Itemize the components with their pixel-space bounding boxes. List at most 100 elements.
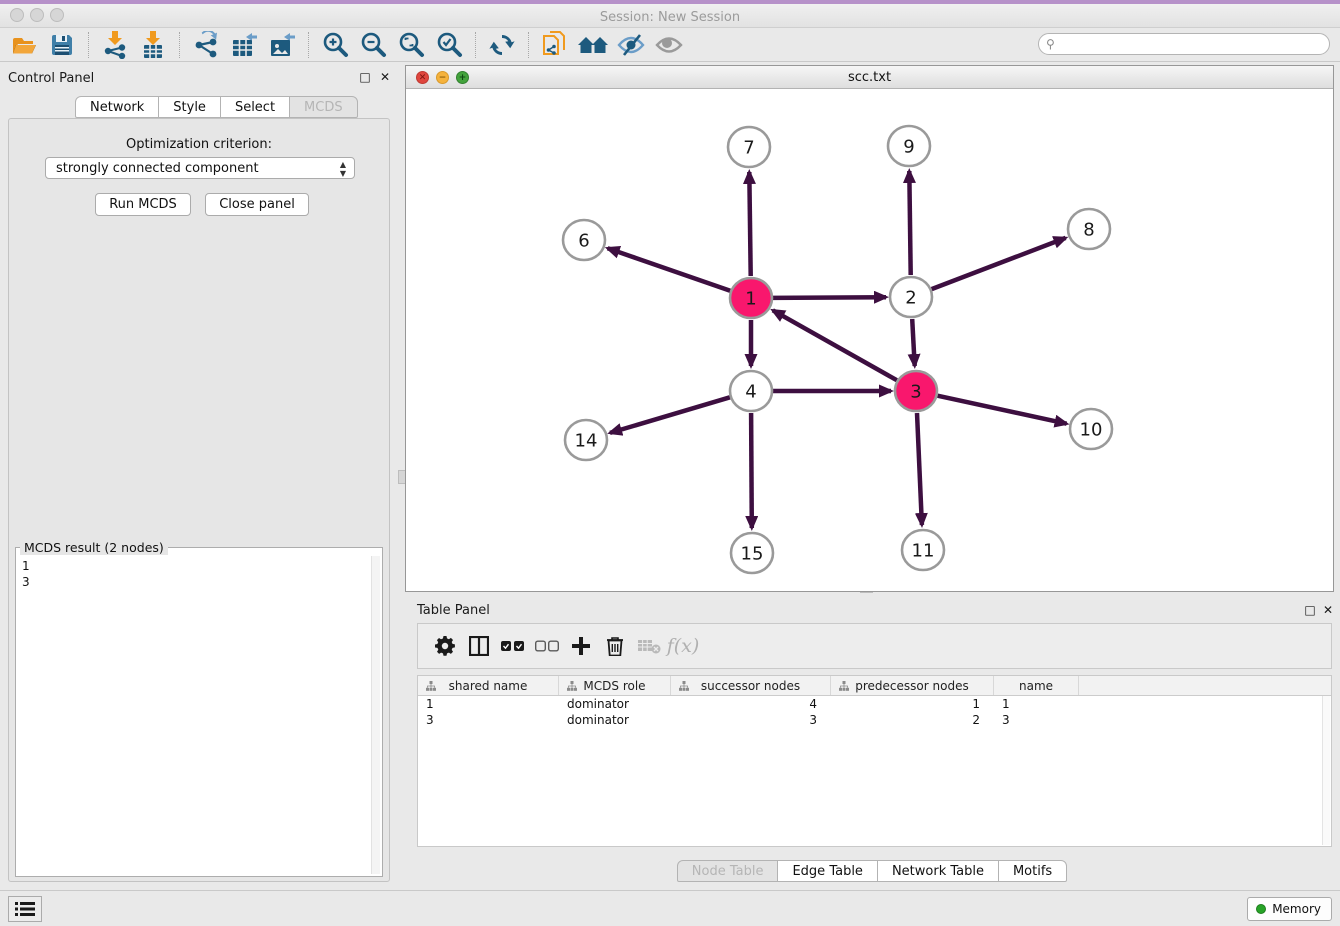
column-header-shared-name[interactable]: shared name [418,676,559,695]
network-window-title: scc.txt [406,70,1333,85]
toolbar-separator [179,32,180,58]
edge-1-7[interactable] [749,172,750,276]
node-8[interactable]: 8 [1068,209,1110,249]
table-toolbar: f(x) [417,623,1332,669]
edge-4-15[interactable] [751,413,752,528]
close-panel-button[interactable]: Close panel [205,193,309,216]
node-9[interactable]: 9 [888,126,930,166]
close-table-panel-icon[interactable]: ✕ [1321,603,1335,617]
cell-predecessor-nodes[interactable]: 2 [831,712,994,728]
edge-3-10[interactable] [938,396,1067,424]
svg-text:4: 4 [745,382,756,403]
node-4[interactable]: 4 [730,371,772,411]
network-window-titlebar[interactable]: ✕ − + scc.txt [406,66,1333,89]
edge-1-2[interactable] [773,297,886,298]
columns-icon[interactable] [462,628,496,664]
delete-table-icon[interactable] [632,628,666,664]
edge-3-1[interactable] [773,310,897,380]
tab-edge-table[interactable]: Edge Table [777,860,877,882]
network-graph[interactable]: 1 2 3 4 6 7 8 9 10 11 14 15 [406,89,1333,591]
cell-MCDS-role[interactable]: dominator [559,712,671,728]
select-all-icon[interactable] [496,628,530,664]
float-panel-icon[interactable]: □ [358,70,372,84]
table-row[interactable]: 3dominator323 [418,712,1331,728]
cell-successor-nodes[interactable]: 4 [671,696,831,712]
zoom-in-icon[interactable] [319,30,351,60]
node-6[interactable]: 6 [563,220,605,260]
optimization-criterion-select[interactable]: strongly connected component ▲▼ [45,157,355,179]
zoom-selected-icon[interactable] [433,30,465,60]
column-header-MCDS-role[interactable]: MCDS role [559,676,671,695]
edge-2-9[interactable] [909,171,910,275]
add-row-icon[interactable] [564,628,598,664]
hide-details-icon[interactable] [615,30,647,60]
edge-4-14[interactable] [610,397,730,433]
export-network-icon[interactable] [190,30,222,60]
delete-row-icon[interactable] [598,628,632,664]
tab-select[interactable]: Select [220,96,290,118]
edge-2-3[interactable] [912,319,915,366]
node-1[interactable]: 1 [730,278,772,318]
mcds-result-text[interactable]: 1 3 [18,556,370,874]
node-2[interactable]: 2 [890,277,932,317]
svg-text:9: 9 [903,137,914,158]
zoom-out-icon[interactable] [357,30,389,60]
search-input[interactable] [1038,33,1330,55]
show-details-icon[interactable] [653,30,685,60]
memory-button[interactable]: Memory [1247,897,1332,921]
cell-predecessor-nodes[interactable]: 1 [831,696,994,712]
edge-2-8[interactable] [932,238,1066,289]
cell-successor-nodes[interactable]: 3 [671,712,831,728]
copy-network-view-icon[interactable] [539,30,571,60]
gear-icon[interactable] [428,628,462,664]
session-title: Session: New Session [0,10,1340,25]
tab-style[interactable]: Style [158,96,221,118]
mcds-result-scrollbar[interactable] [371,556,380,874]
tab-network-table[interactable]: Network Table [877,860,999,882]
control-panel-title: Control Panel [8,71,94,86]
node-10[interactable]: 10 [1070,409,1112,449]
tab-motifs[interactable]: Motifs [998,860,1067,882]
svg-text:7: 7 [743,138,754,159]
cell-name[interactable]: 1 [994,696,1079,712]
deselect-all-icon[interactable] [530,628,564,664]
tab-mcds[interactable]: MCDS [289,96,358,118]
tab-network[interactable]: Network [75,96,159,118]
column-header-successor-nodes[interactable]: successor nodes [671,676,831,695]
table-row[interactable]: 1dominator411 [418,696,1331,712]
node-15[interactable]: 15 [731,533,773,573]
node-table[interactable]: shared nameMCDS rolesuccessor nodesprede… [417,675,1332,847]
float-table-panel-icon[interactable]: □ [1303,603,1317,617]
toolbar-separator [528,32,529,58]
zoom-fit-icon[interactable] [395,30,427,60]
run-mcds-button[interactable]: Run MCDS [95,193,191,216]
cell-MCDS-role[interactable]: dominator [559,696,671,712]
export-table-icon[interactable] [228,30,260,60]
export-image-icon[interactable] [266,30,298,60]
edge-3-11[interactable] [917,413,922,525]
home-icon[interactable] [577,30,609,60]
close-panel-icon[interactable]: ✕ [378,70,392,84]
import-network-icon[interactable] [99,30,131,60]
column-header-predecessor-nodes[interactable]: predecessor nodes [831,676,994,695]
node-11[interactable]: 11 [902,530,944,570]
table-panel: Table Panel □ ✕ [405,595,1340,890]
column-header-name[interactable]: name [994,676,1079,695]
import-table-icon[interactable] [137,30,169,60]
svg-text:11: 11 [912,541,935,562]
edge-1-6[interactable] [608,248,731,291]
save-icon[interactable] [46,30,78,60]
node-14[interactable]: 14 [565,420,607,460]
open-folder-icon[interactable] [8,30,40,60]
cell-shared-name[interactable]: 3 [418,712,559,728]
refresh-layout-icon[interactable] [486,30,518,60]
task-history-button[interactable] [8,896,42,922]
tab-node-table[interactable]: Node Table [677,860,779,882]
node-3[interactable]: 3 [895,371,937,411]
node-7[interactable]: 7 [728,127,770,167]
cell-name[interactable]: 3 [994,712,1079,728]
toolbar-separator [88,32,89,58]
table-scrollbar[interactable] [1322,696,1330,845]
function-builder-icon[interactable]: f(x) [666,628,700,664]
cell-shared-name[interactable]: 1 [418,696,559,712]
